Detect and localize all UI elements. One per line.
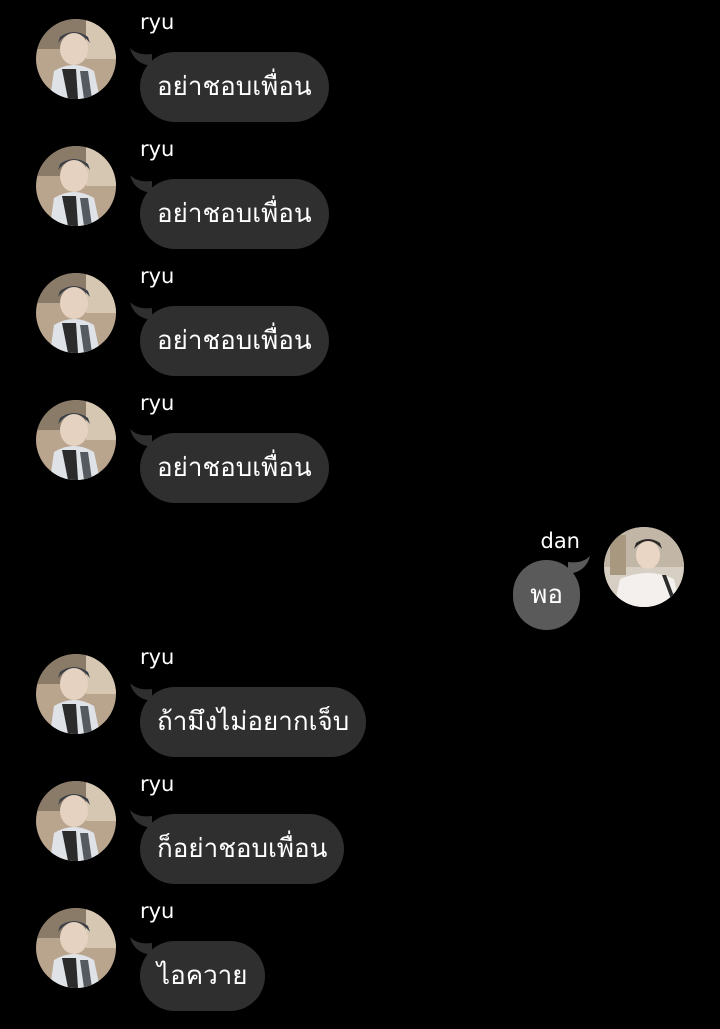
avatar-ryu[interactable] [36,654,116,734]
message-bubble[interactable]: ก็อย่าชอบเพื่อน [140,814,345,884]
avatar-ryu[interactable] [36,400,116,480]
message-bubble[interactable]: อย่าชอบเพื่อน [140,179,329,249]
sender-name: ryu [140,391,175,415]
chat-message: ryu อย่าชอบเพื่อน [0,381,720,503]
chat-message: ryu อย่าชอบเพื่อน [0,127,720,249]
chat-message: ryu ไอควาย [0,889,720,1011]
message-bubble[interactable]: อย่าชอบเพื่อน [140,433,329,503]
chat-message: ryu ก็อย่าชอบเพื่อน [0,762,720,884]
ryu-photo-icon [36,146,116,226]
chat-message: ryu ถ้ามึงไม่อยากเจ็บ [0,635,720,757]
ryu-photo-icon [36,781,116,861]
avatar-ryu[interactable] [36,273,116,353]
sender-name: ryu [140,899,175,923]
message-bubble[interactable]: ถ้ามึงไม่อยากเจ็บ [140,687,367,757]
chat-message: ryu อย่าชอบเพื่อน [0,254,720,376]
chat-thread: ryu อย่าชอบเพื่อน ryu อย่าชอบเพื่อน ryu … [0,0,720,1029]
sender-name: ryu [140,645,175,669]
avatar-ryu[interactable] [36,146,116,226]
chat-message-outgoing: dan พอ [0,519,720,639]
avatar-dan[interactable] [604,527,684,607]
message-bubble[interactable]: อย่าชอบเพื่อน [140,52,329,122]
sender-name: dan [540,529,580,553]
dan-photo-icon [604,527,684,607]
sender-name: ryu [140,264,175,288]
message-bubble[interactable]: ไอควาย [140,941,265,1011]
chat-message: ryu อย่าชอบเพื่อน [0,0,720,122]
message-bubble[interactable]: พอ [513,560,580,630]
sender-name: ryu [140,772,175,796]
sender-name: ryu [140,137,175,161]
avatar-ryu[interactable] [36,781,116,861]
message-bubble[interactable]: อย่าชอบเพื่อน [140,306,329,376]
avatar-ryu[interactable] [36,908,116,988]
ryu-photo-icon [36,400,116,480]
ryu-photo-icon [36,908,116,988]
sender-name: ryu [140,10,175,34]
ryu-photo-icon [36,19,116,99]
ryu-photo-icon [36,654,116,734]
avatar-ryu[interactable] [36,19,116,99]
ryu-photo-icon [36,273,116,353]
